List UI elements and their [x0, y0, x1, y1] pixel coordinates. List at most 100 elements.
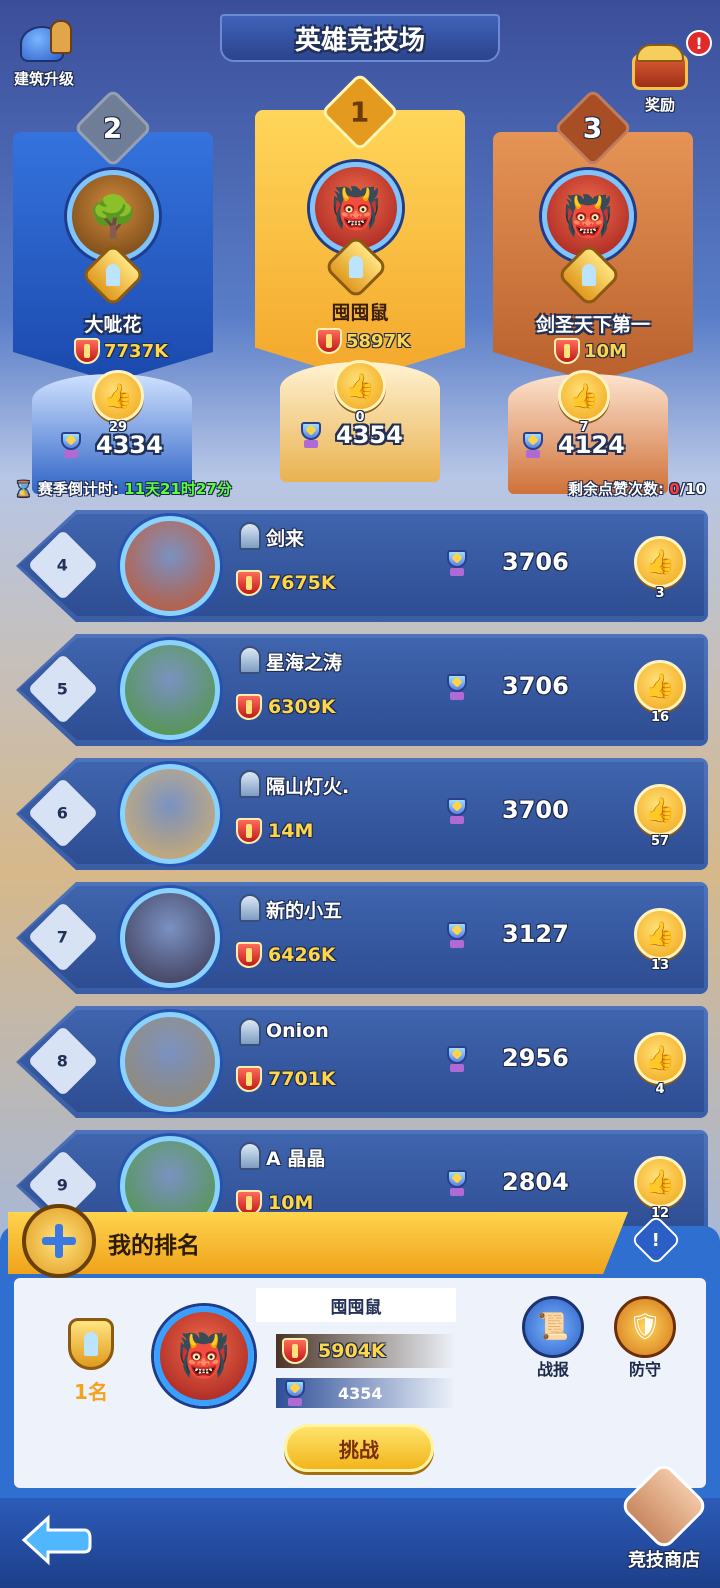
avatar[interactable] — [120, 764, 220, 864]
trophy-icon — [442, 672, 472, 702]
rank-emblem-icon — [234, 646, 266, 678]
player-name: 新的小五 — [266, 900, 343, 922]
bottom-bar: 竞技商店 — [0, 1460, 720, 1588]
remaining-likes: 剩余点赞次数: 0/10 — [568, 478, 706, 499]
defense-label: 防守 — [628, 1360, 661, 1379]
power-value: 6309K — [236, 694, 336, 720]
info-icon: ! — [651, 1229, 661, 1251]
challenge-button[interactable]: 挑战 — [284, 1424, 434, 1472]
trophy-icon — [442, 920, 472, 950]
power-text: 7737K — [104, 340, 169, 362]
player-name: 剑圣天下第一 — [535, 314, 650, 336]
challenge-label: 挑战 — [339, 1437, 379, 1462]
list-item[interactable]: 4 剑来 7675K 3706 👍 3 — [16, 510, 708, 622]
building-upgrade-icon — [14, 14, 74, 66]
back-arrow-icon[interactable] — [18, 1512, 94, 1568]
trophy-icon — [442, 548, 472, 578]
my-rank-label: 1名 — [74, 1380, 108, 1404]
battle-report-button[interactable]: 📜 战报 — [522, 1296, 584, 1380]
my-ranking-title: 我的排名 — [108, 1233, 200, 1259]
trophy-score-text: 4124 — [558, 431, 625, 459]
rank-number: 7 — [57, 927, 69, 947]
player-name: 囤囤鼠 — [331, 302, 389, 324]
trophy-score: 3700 — [502, 796, 569, 824]
page-title: 英雄竞技场 — [220, 14, 500, 62]
season-countdown-value: 11天21时27分 — [124, 480, 232, 498]
trophy-score: 4334 — [56, 430, 163, 460]
rank-emblem-icon — [68, 1318, 114, 1370]
avatar[interactable] — [120, 516, 220, 616]
power-shield-icon — [236, 1066, 262, 1092]
power-text: 7701K — [268, 1068, 336, 1090]
trophy-score-text: 4354 — [336, 421, 403, 449]
building-upgrade-button[interactable]: 建筑升级 — [14, 14, 74, 89]
ranking-emblem-icon — [22, 1204, 96, 1278]
battle-report-label: 战报 — [536, 1360, 569, 1379]
defense-button[interactable]: 🛡 防守 — [614, 1296, 676, 1380]
my-ranking-panel: 我的排名 ! 1名 👹 囤囤鼠 5904K 4354 挑战 📜 战报 🛡 防守 — [0, 1198, 720, 1498]
power-shield-icon — [236, 694, 262, 720]
rank-1-number: 1 — [350, 95, 370, 129]
rank-emblem-icon — [234, 770, 266, 802]
list-item[interactable]: 8 Onion 7701K 2956 👍 4 — [16, 1006, 708, 1118]
like-button[interactable]: 👍 29 — [92, 370, 144, 435]
trophy-score: 3127 — [502, 920, 569, 948]
season-countdown-label: 赛季倒计时: — [37, 480, 119, 498]
power-shield-icon — [74, 338, 100, 364]
power-shield-icon — [554, 338, 580, 364]
trophy-score: 4124 — [518, 430, 625, 460]
season-countdown: ⌛ 赛季倒计时: 11天21时27分 — [14, 478, 232, 499]
like-button[interactable]: 👍 57 — [634, 784, 686, 849]
like-button[interactable]: 👍 16 — [634, 660, 686, 725]
player-name: 星海之涛 — [266, 652, 343, 674]
like-count: 57 — [650, 834, 670, 849]
trophy-score: 3706 — [502, 672, 569, 700]
list-item[interactable]: 5 星海之涛 6309K 3706 👍 16 — [16, 634, 708, 746]
power-value: 7737K — [74, 338, 168, 364]
arena-shop-button[interactable]: 竞技商店 — [618, 1460, 710, 1572]
podium-rank-2[interactable]: 2 🌳 大呲花 7737K 👍 29 4334 — [8, 88, 218, 494]
power-value: 7675K — [236, 570, 336, 596]
trophy-icon — [296, 420, 326, 450]
arena-shop-label: 竞技商店 — [628, 1550, 700, 1571]
player-name: 大呲花 — [84, 314, 142, 336]
like-button[interactable]: 👍 13 — [634, 908, 686, 973]
like-button[interactable]: 👍 4 — [634, 1032, 686, 1097]
power-shield-icon — [236, 818, 262, 844]
podium-rank-3[interactable]: 3 👹 剑圣天下第一 10M 👍 7 4124 — [488, 88, 698, 494]
my-rank-badge: 1名 — [46, 1318, 136, 1408]
my-avatar[interactable]: 👹 — [154, 1306, 254, 1406]
rank-emblem-icon — [234, 894, 266, 926]
player-name: A 晶晶 — [266, 1148, 326, 1170]
like-button[interactable]: 👍 3 — [634, 536, 686, 601]
trophy-score: 3706 — [502, 548, 569, 576]
hourglass-icon: ⌛ — [14, 480, 33, 498]
rank-emblem-icon — [234, 522, 266, 554]
player-name: 剑来 — [266, 528, 305, 550]
rewards-alert-badge: ! — [686, 30, 712, 56]
power-text: 5897K — [346, 330, 411, 352]
like-button[interactable]: 👍 0 — [334, 360, 386, 425]
avatar[interactable] — [120, 640, 220, 740]
rank-emblem-icon — [234, 1018, 266, 1050]
trophy-icon — [280, 1378, 310, 1408]
power-shield-icon — [282, 1338, 308, 1364]
remaining-likes-total: /10 — [679, 480, 706, 498]
list-item[interactable]: 7 新的小五 6426K 3127 👍 13 — [16, 882, 708, 994]
rank-3-number: 3 — [583, 111, 603, 145]
like-button[interactable]: 👍 7 — [558, 370, 610, 435]
podium-rank-1[interactable]: 1 👹 囤囤鼠 5897K 👍 0 4354 — [250, 70, 470, 482]
player-name: 隔山灯火. — [266, 776, 350, 798]
list-item[interactable]: 6 隔山灯火. 14M 3700 👍 57 — [16, 758, 708, 870]
remaining-likes-used: 0 — [669, 480, 680, 498]
power-value: 7701K — [236, 1066, 336, 1092]
my-player-name: 囤囤鼠 — [256, 1288, 456, 1322]
shop-icon — [618, 1460, 710, 1552]
avatar[interactable] — [120, 888, 220, 988]
power-text: 10M — [584, 340, 627, 362]
power-shield-icon — [236, 942, 262, 968]
power-value: 10M — [554, 338, 627, 364]
avatar[interactable] — [120, 1012, 220, 1112]
trophy-icon — [56, 430, 86, 460]
power-value: 5897K — [316, 328, 410, 354]
